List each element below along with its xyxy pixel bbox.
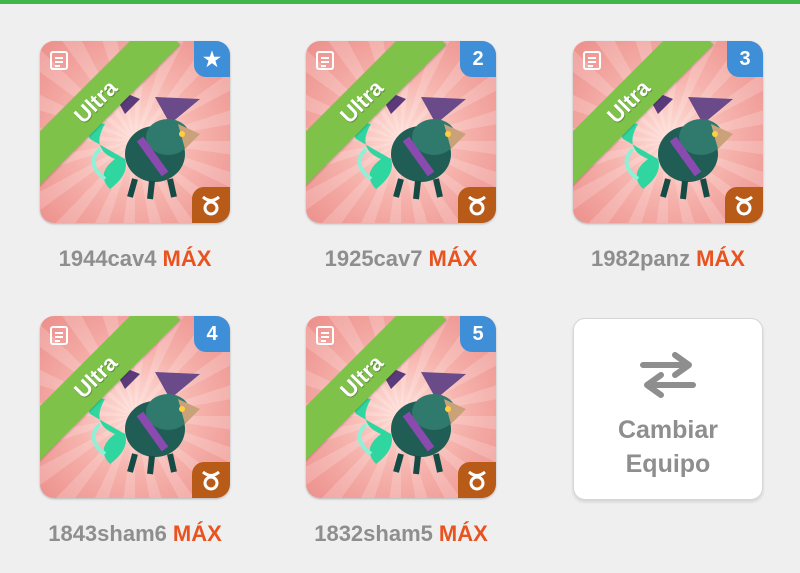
team-position-badge: 4: [194, 316, 230, 352]
notes-icon[interactable]: [314, 49, 336, 71]
dragon-caption: 1843sham6 MÁX: [40, 521, 230, 547]
change-team-label-line2: Equipo: [625, 450, 711, 478]
dragon-caption: 1944cav4 MÁX: [40, 246, 230, 272]
taurus-icon: [725, 187, 763, 223]
level-label: MÁX: [438, 521, 488, 546]
change-team-button[interactable]: Cambiar Equipo: [573, 318, 763, 500]
dragon-slot-1[interactable]: Ultra ★ 1944cav4 MÁX: [40, 41, 240, 281]
dragon-name: 1944cav4: [58, 246, 157, 271]
notes-icon[interactable]: [48, 49, 70, 71]
team-position-badge: 5: [460, 316, 496, 352]
level-label: MÁX: [162, 246, 212, 271]
notes-icon[interactable]: [314, 324, 336, 346]
level-label: MÁX: [172, 521, 222, 546]
dragon-card[interactable]: Ultra 2: [306, 41, 496, 223]
notes-icon[interactable]: [581, 49, 603, 71]
level-label: MÁX: [696, 246, 745, 271]
dragon-slot-4[interactable]: Ultra 4 1843sham6 MÁX: [40, 316, 240, 556]
team-position-badge: 3: [727, 41, 763, 77]
dragon-caption: 1925cav7 MÁX: [306, 246, 496, 272]
taurus-icon: [458, 462, 496, 498]
team-grid: Ultra ★ 1944cav4 MÁX Ultra 2 1925cav7 MÁ…: [0, 0, 800, 573]
taurus-icon: [192, 187, 230, 223]
change-team-label-line1: Cambiar: [617, 416, 719, 444]
dragon-name: 1843sham6: [48, 521, 167, 546]
team-position-badge: 2: [460, 41, 496, 77]
dragon-slot-2[interactable]: Ultra 2 1925cav7 MÁX: [306, 41, 506, 281]
dragon-caption: 1832sham5 MÁX: [306, 521, 496, 547]
change-team-label: Cambiar Equipo: [618, 413, 718, 481]
star-icon: ★: [194, 41, 230, 77]
notes-icon[interactable]: [48, 324, 70, 346]
dragon-card[interactable]: Ultra 5: [306, 316, 496, 498]
dragon-slot-5[interactable]: Ultra 5 1832sham5 MÁX: [306, 316, 506, 556]
dragon-name: 1832sham5: [314, 521, 433, 546]
level-label: MÁX: [428, 246, 478, 271]
dragon-slot-3[interactable]: Ultra 3 1982panz MÁX: [573, 41, 773, 281]
dragon-card[interactable]: Ultra 4: [40, 316, 230, 498]
dragon-caption: 1982panz MÁX: [573, 246, 763, 272]
dragon-card[interactable]: Ultra 3: [573, 41, 763, 223]
dragon-name: 1925cav7: [324, 246, 423, 271]
dragon-name: 1982panz: [591, 246, 691, 271]
taurus-icon: [458, 187, 496, 223]
dragon-card[interactable]: Ultra ★: [40, 41, 230, 223]
swap-arrows-icon: [640, 352, 696, 398]
taurus-icon: [192, 462, 230, 498]
